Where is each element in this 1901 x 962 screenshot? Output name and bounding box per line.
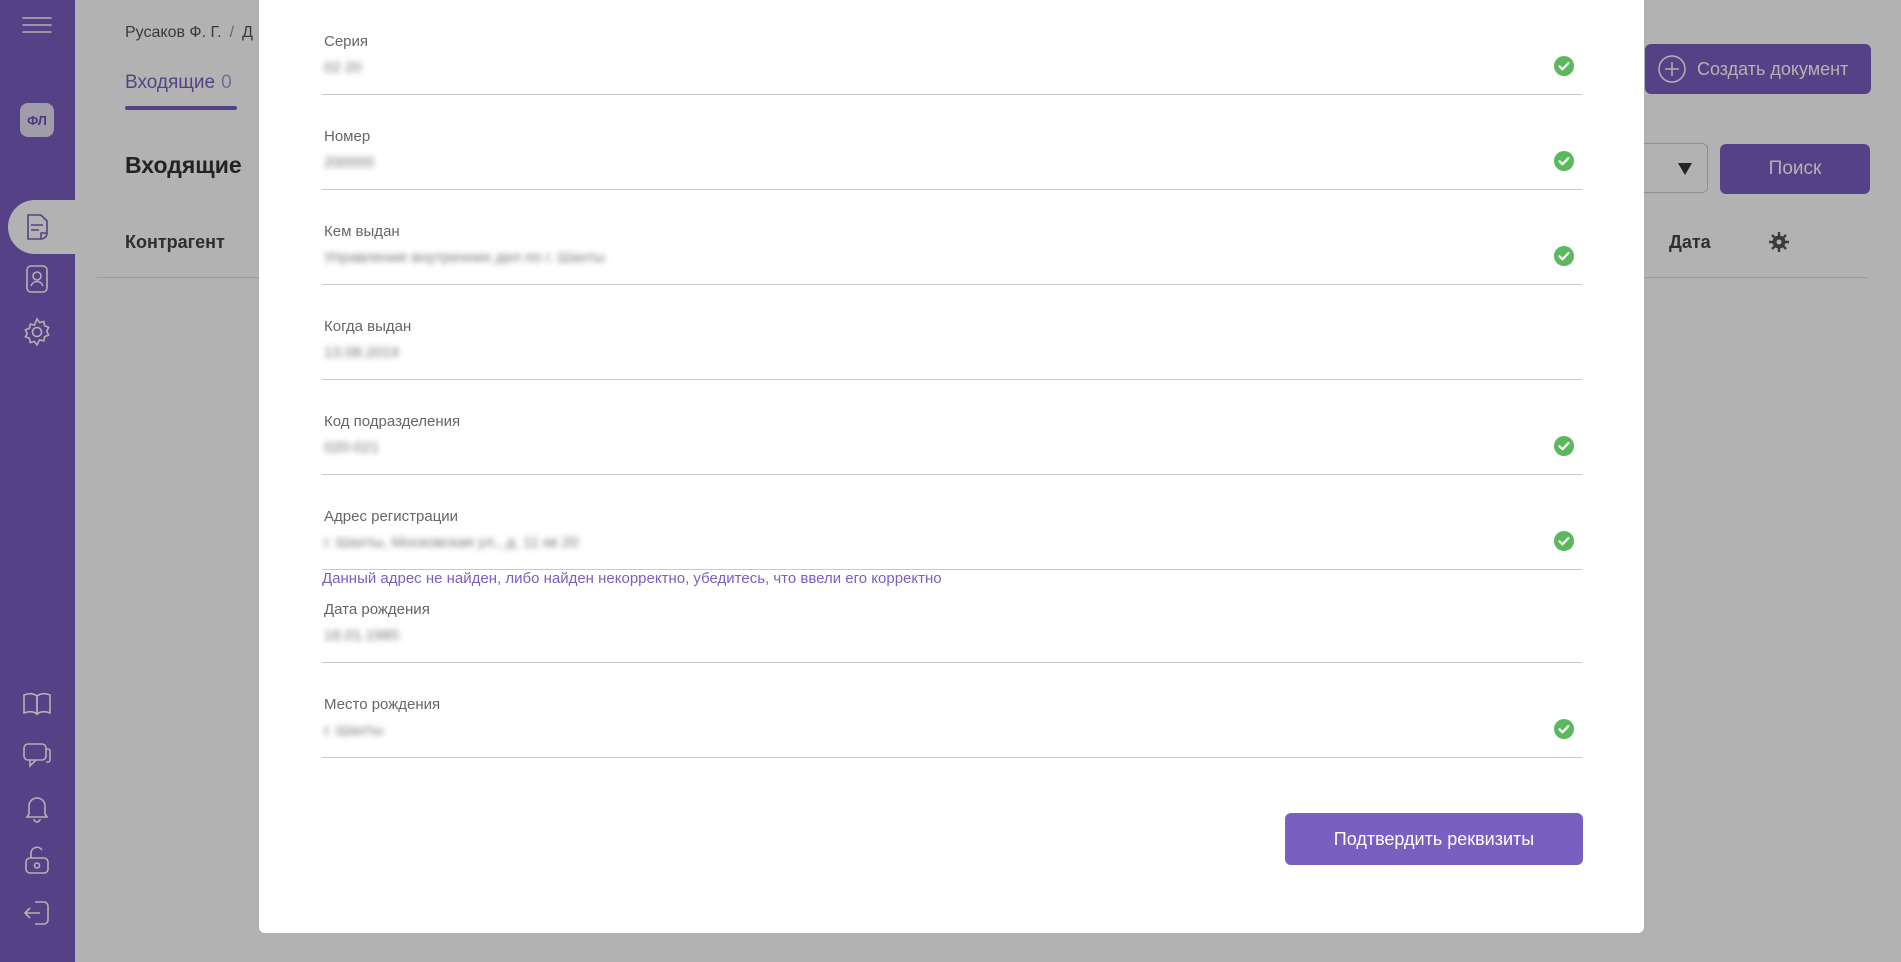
field-value[interactable]: 020-021: [324, 439, 379, 456]
field-value[interactable]: 02 20: [324, 59, 362, 76]
field-issue-date[interactable]: Когда выдан 13.08.2019: [322, 285, 1582, 380]
field-value[interactable]: 200000: [324, 154, 374, 171]
field-value[interactable]: г. Шахты: [324, 722, 383, 739]
check-circle-icon: [1554, 531, 1574, 551]
field-issued-by[interactable]: Кем выдан Управление внутренних дел по г…: [322, 190, 1582, 285]
check-circle-icon: [1554, 151, 1574, 171]
check-circle-icon: [1554, 246, 1574, 266]
field-label: Когда выдан: [324, 318, 412, 335]
field-value[interactable]: 13.08.2019: [324, 344, 399, 361]
field-value[interactable]: 16.01.1985: [324, 627, 399, 644]
check-circle-icon: [1554, 56, 1574, 76]
field-registration-address[interactable]: Адрес регистрации г. Шахты, Московская у…: [322, 475, 1582, 570]
field-label: Серия: [324, 33, 369, 50]
field-number[interactable]: Номер 200000: [322, 95, 1582, 190]
field-series[interactable]: Серия 02 20: [322, 0, 1582, 95]
field-division-code[interactable]: Код подразделения 020-021: [322, 380, 1582, 475]
field-birth-date[interactable]: Дата рождения 16.01.1985: [322, 568, 1582, 663]
field-birth-place[interactable]: Место рождения г. Шахты: [322, 663, 1582, 758]
field-value[interactable]: Управление внутренних дел по г. Шахты: [324, 249, 605, 266]
field-label: Кем выдан: [324, 223, 400, 240]
field-value[interactable]: г. Шахты, Московская ул., д. 11 кв 20: [324, 534, 578, 551]
field-label: Номер: [324, 128, 371, 145]
check-circle-icon: [1554, 719, 1574, 739]
check-circle-icon: [1554, 436, 1574, 456]
field-label: Код подразделения: [324, 413, 461, 430]
field-label: Место рождения: [324, 696, 441, 713]
field-label: Адрес регистрации: [324, 508, 459, 525]
confirm-requisites-button[interactable]: Подтвердить реквизиты: [1285, 813, 1583, 865]
field-label: Дата рождения: [324, 601, 430, 618]
requisites-modal: Серия 02 20 Номер 200000 Кем выдан Управ…: [259, 0, 1644, 933]
